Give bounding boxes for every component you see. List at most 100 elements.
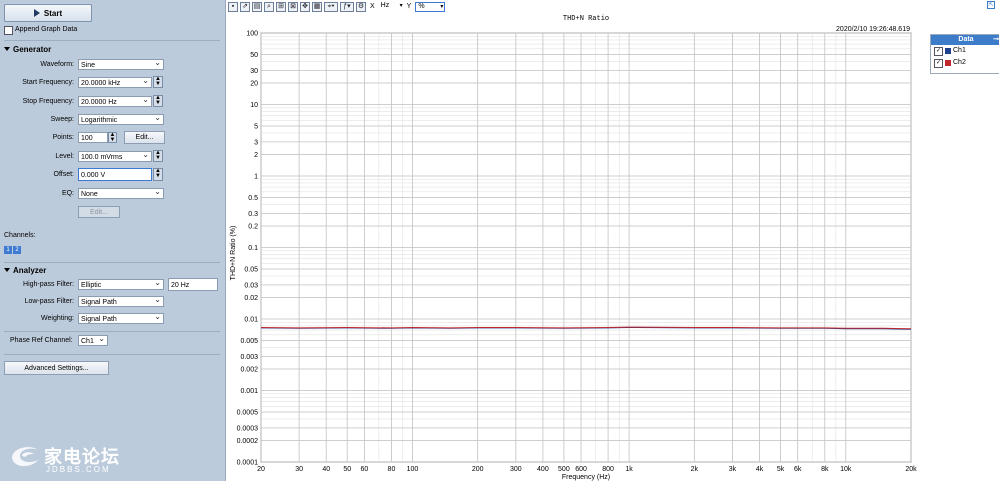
logo-sub-text: JDBBS.COM [46, 465, 111, 474]
y-tick-label: 10 [250, 102, 258, 109]
points-field[interactable]: 100 [78, 132, 108, 143]
y-tick-label: 0.001 [240, 388, 258, 395]
stop-frequency-field[interactable]: 20.0000 Hz [78, 96, 152, 107]
chart-svg: THD+N Ratio 2020/2/10 19:26:48.619 AP 20… [230, 15, 917, 481]
collapse-caret-icon [4, 268, 10, 272]
level-field[interactable]: 100.0 mVrms [78, 151, 152, 162]
y-tick-label: 0.0003 [237, 425, 259, 432]
weighting-select[interactable]: Signal Path [78, 313, 164, 324]
y-tick-label: 0.05 [244, 267, 258, 274]
legend-row-ch2[interactable]: ✓ Ch2 [931, 57, 999, 69]
y-tick-label: 0.003 [240, 354, 258, 361]
ch1-checkbox[interactable]: ✓ [934, 46, 943, 56]
pin-icon[interactable]: ⊸ [993, 35, 999, 45]
waveform-select[interactable]: Sine [78, 59, 164, 70]
zoom-fit-icon[interactable]: ⊞ [276, 1, 286, 12]
y-tick-label: 0.02 [244, 295, 258, 302]
zoom-icon[interactable]: ⌕ [264, 1, 274, 12]
advanced-settings-button[interactable]: Advanced Settings... [4, 361, 109, 375]
y-tick-label: 2 [254, 152, 258, 159]
y-unit-value: % [418, 2, 425, 10]
x-tick-label: 2k [691, 466, 699, 473]
function-icon[interactable]: ƒ▾ [340, 1, 354, 12]
separator [4, 40, 220, 41]
zoom-extents-icon[interactable]: ⊠ [288, 1, 298, 12]
start-frequency-field[interactable]: 20.0000 kHz [78, 77, 152, 88]
y-axis-label: Y [406, 3, 412, 10]
append-graph-checkbox[interactable] [4, 26, 13, 35]
x-tick-label: 20k [905, 466, 917, 473]
settings-panel: Start Append Graph Data Generator Wavefo… [0, 0, 226, 481]
start-frequency-stepper[interactable]: ▲ ▼ [153, 76, 163, 88]
data-legend: Data ⊸ ✓ Ch1 ✓ Ch2 [930, 34, 999, 74]
append-graph-label: Append Graph Data [15, 26, 78, 33]
x-tick-label: 10k [840, 466, 852, 473]
channel-1-button[interactable]: 1 [4, 246, 12, 254]
x-unit-value: Hz [380, 1, 390, 9]
analyzer-section-header[interactable]: Analyzer [4, 266, 46, 275]
legend-header-text: Data [958, 36, 974, 43]
settings-icon[interactable]: ⚙ [356, 1, 366, 12]
highpass-frequency-field[interactable]: 20 Hz [168, 278, 218, 291]
separator [4, 262, 220, 263]
legend-row-ch1[interactable]: ✓ Ch1 [931, 45, 999, 57]
ch1-label: Ch1 [953, 47, 966, 54]
export-icon[interactable]: ⇗ [240, 1, 250, 12]
x-tick-label: 60 [360, 466, 368, 473]
highpass-select[interactable]: Elliptic [78, 279, 164, 290]
lowpass-select[interactable]: Signal Path [78, 296, 164, 307]
x-axis-label: X [370, 3, 375, 10]
phase-ref-select[interactable]: Ch1 [78, 335, 108, 346]
y-tick-label: 0.005 [240, 338, 258, 345]
ch2-checkbox[interactable]: ✓ [934, 58, 943, 68]
y-tick-label: 20 [250, 80, 258, 87]
detach-icon[interactable]: ⇱ [987, 1, 995, 9]
legend-header: Data ⊸ [931, 35, 999, 45]
start-button[interactable]: Start [4, 4, 92, 22]
offset-field[interactable]: 0.000 V [78, 168, 152, 181]
save-icon[interactable]: ▪ [228, 1, 238, 12]
dropdown-arrow-icon: ▾ [440, 3, 444, 10]
points-edit-button[interactable]: Edit... [124, 131, 165, 144]
offset-stepper[interactable]: ▲ ▼ [153, 168, 163, 181]
sweep-select[interactable]: Logarithmic [78, 114, 164, 125]
table-icon[interactable]: ▦ [312, 1, 322, 12]
points-label: Points: [52, 134, 74, 141]
weighting-label: Weighting: [41, 315, 74, 322]
pan-icon[interactable]: ✥ [300, 1, 310, 12]
stop-frequency-stepper[interactable]: ▲ ▼ [153, 95, 163, 107]
y-tick-label: 3 [254, 139, 258, 146]
x-tick-label: 8k [821, 466, 829, 473]
x-tick-label: 80 [388, 466, 396, 473]
x-tick-label: 200 [472, 466, 484, 473]
channel-2-button[interactable]: 2 [13, 246, 21, 254]
x-unit-select[interactable]: Hz ▾ [379, 2, 403, 12]
x-tick-label: 400 [537, 466, 549, 473]
y-tick-label: 0.2 [248, 223, 258, 230]
print-icon[interactable]: ▤ [252, 1, 262, 12]
waveform-label: Waveform: [40, 61, 74, 68]
sweep-label: Sweep: [50, 116, 74, 123]
x-tick-label: 30 [295, 466, 303, 473]
cursor-icon[interactable]: ⌖▾ [324, 1, 338, 12]
phase-ref-label: Phase Ref Channel: [10, 337, 73, 344]
y-tick-label: 0.002 [240, 366, 258, 373]
x-tick-label: 300 [510, 466, 522, 473]
y-tick-label: 5 [254, 124, 258, 131]
watermark-logo: 家电论坛 JDBBS.COM [8, 440, 138, 476]
eq-select[interactable]: None [78, 188, 164, 199]
points-stepper[interactable]: ▲ ▼ [108, 132, 117, 143]
level-stepper[interactable]: ▲ ▼ [153, 150, 163, 162]
start-button-label: Start [43, 8, 63, 18]
y-axis-title: THD+N Ratio (%) [230, 226, 237, 281]
y-unit-select[interactable]: % ▾ [415, 1, 446, 12]
y-tick-label: 0.1 [248, 245, 258, 252]
x-tick-label: 800 [602, 466, 614, 473]
ch2-color-swatch [945, 60, 951, 66]
generator-section-header[interactable]: Generator [4, 45, 51, 54]
x-tick-label: 20 [257, 466, 265, 473]
eq-edit-button[interactable]: Edit... [78, 206, 120, 218]
y-tick-label: 0.01 [244, 317, 258, 324]
y-tick-label: 100 [246, 31, 258, 38]
thdn-chart: THD+N Ratio 2020/2/10 19:26:48.619 AP 20… [226, 13, 926, 481]
